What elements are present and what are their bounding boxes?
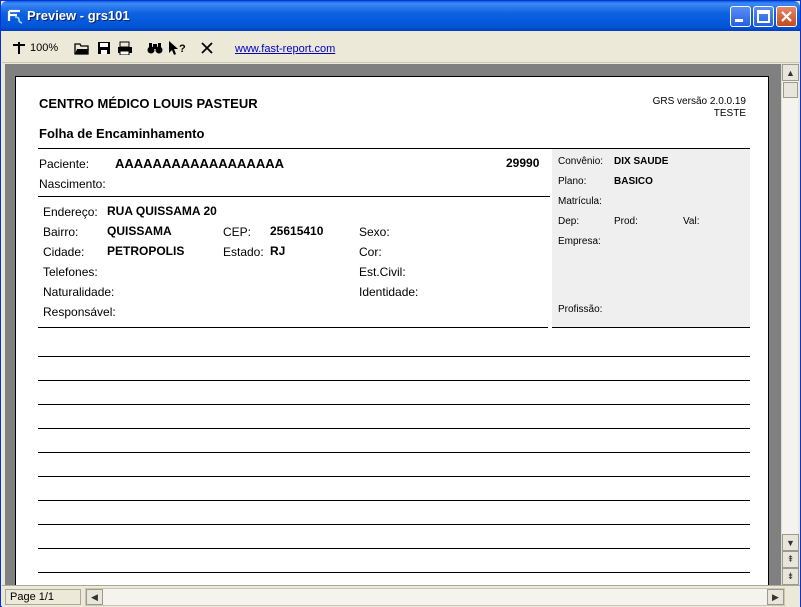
help-icon: ?	[169, 41, 186, 55]
institution-name: CENTRO MÉDICO LOUIS PASTEUR	[39, 96, 258, 111]
company-label: Empresa:	[558, 236, 601, 247]
divider	[38, 327, 548, 328]
guardian-label: Responsável:	[43, 305, 116, 319]
patient-code: 29990	[506, 156, 540, 170]
zoom-icon	[13, 42, 25, 54]
close-icon	[201, 42, 213, 54]
save-button[interactable]	[97, 39, 111, 57]
scroll-right-button[interactable]: ▶	[767, 589, 784, 605]
website-link[interactable]: www.fast-report.com	[235, 43, 335, 55]
maximize-button[interactable]	[753, 6, 774, 27]
scroll-up-button[interactable]: ▲	[782, 64, 799, 81]
vertical-scrollbar[interactable]: ▲ ▼ ⇞ ⇟	[781, 64, 799, 585]
patient-name: AAAAAAAAAAAAAAAAAA	[115, 156, 284, 171]
ruled-line	[38, 572, 750, 573]
district-label: Bairro:	[43, 225, 79, 239]
ruled-line	[38, 500, 750, 501]
sex-label: Sexo:	[359, 225, 390, 239]
ruled-line	[38, 476, 750, 477]
divider	[38, 196, 550, 197]
ruled-line	[38, 380, 750, 381]
state-label: Estado:	[223, 245, 264, 259]
patient-label: Paciente:	[39, 157, 90, 171]
close-window-button[interactable]	[776, 6, 797, 27]
district-value: QUISSAMA	[107, 224, 172, 238]
horizontal-scrollbar[interactable]: ◀ ▶	[85, 588, 785, 606]
preview-window: Preview - grs101 100% ? www.fast-report.…	[0, 0, 801, 607]
civil-status-label: Est.Civil:	[359, 265, 406, 279]
form-title: Folha de Encaminhamento	[39, 126, 205, 141]
printer-icon	[118, 41, 132, 55]
status-bar: Page 1/1 ◀ ▶	[2, 585, 800, 607]
ruled-line	[38, 428, 750, 429]
ruled-line	[38, 548, 750, 549]
fastreport-app-icon	[7, 9, 23, 24]
birthplace-label: Naturalidade:	[43, 285, 115, 299]
birth-label: Nascimento:	[39, 177, 106, 191]
dep-label: Dep:	[558, 216, 580, 227]
save-icon	[98, 42, 110, 54]
toolbar: 100% ? www.fast-report.com	[2, 31, 800, 63]
ruled-line	[38, 452, 750, 453]
provider-value: DIX SAUDE	[614, 156, 669, 167]
preview-area: CENTRO MÉDICO LOUIS PASTEUR Folha de Enc…	[5, 64, 781, 585]
close-icon	[781, 11, 792, 22]
open-button[interactable]	[74, 39, 90, 57]
print-button[interactable]	[117, 39, 133, 57]
city-value: PETROPOLIS	[107, 244, 185, 258]
divider	[552, 327, 750, 328]
phones-label: Telefones:	[43, 265, 98, 279]
page-indicator: Page 1/1	[5, 589, 81, 605]
mode-text: TESTE	[713, 108, 746, 119]
version-text: GRS versão 2.0.0.19	[652, 96, 746, 107]
report-page: CENTRO MÉDICO LOUIS PASTEUR Folha de Enc…	[15, 76, 769, 585]
plan-label: Plano:	[558, 176, 587, 187]
state-value: RJ	[270, 244, 286, 258]
page-down-button[interactable]: ⇟	[782, 568, 799, 585]
city-label: Cidade:	[43, 245, 85, 259]
ruled-line	[38, 356, 750, 357]
registration-label: Matrícula:	[558, 196, 602, 207]
zoom-button[interactable]: 100%	[12, 39, 58, 57]
find-button[interactable]	[147, 39, 163, 57]
window-title: Preview - grs101	[27, 8, 130, 23]
id-label: Identidade:	[359, 285, 419, 299]
page-up-button[interactable]: ⇞	[782, 551, 799, 568]
street-label: Endereço:	[43, 205, 98, 219]
scroll-left-button[interactable]: ◀	[86, 589, 103, 605]
minimize-icon	[735, 19, 743, 22]
open-folder-icon	[74, 43, 89, 55]
svg-text:?: ?	[179, 43, 186, 55]
ruled-line	[38, 404, 750, 405]
color-label: Cor:	[359, 245, 382, 259]
val-label: Val:	[683, 216, 700, 227]
prod-label: Prod:	[614, 216, 638, 227]
ruled-line	[38, 524, 750, 525]
title-bar: Preview - grs101	[1, 1, 800, 31]
profession-label: Profissão:	[558, 304, 603, 315]
scroll-thumb[interactable]	[783, 82, 798, 98]
help-button[interactable]: ?	[168, 39, 188, 57]
minimize-button[interactable]	[730, 6, 751, 27]
provider-label: Convênio:	[558, 156, 604, 167]
scroll-down-button[interactable]: ▼	[782, 534, 799, 551]
zip-label: CEP:	[223, 225, 252, 239]
street-value: RUA QUISSAMA 20	[107, 204, 217, 218]
zip-value: 25615410	[270, 224, 324, 238]
plan-value: BASICO	[614, 176, 653, 187]
close-preview-button[interactable]	[200, 39, 214, 57]
binoculars-icon	[147, 43, 163, 54]
maximize-icon	[757, 10, 770, 23]
zoom-label: 100%	[30, 42, 59, 54]
